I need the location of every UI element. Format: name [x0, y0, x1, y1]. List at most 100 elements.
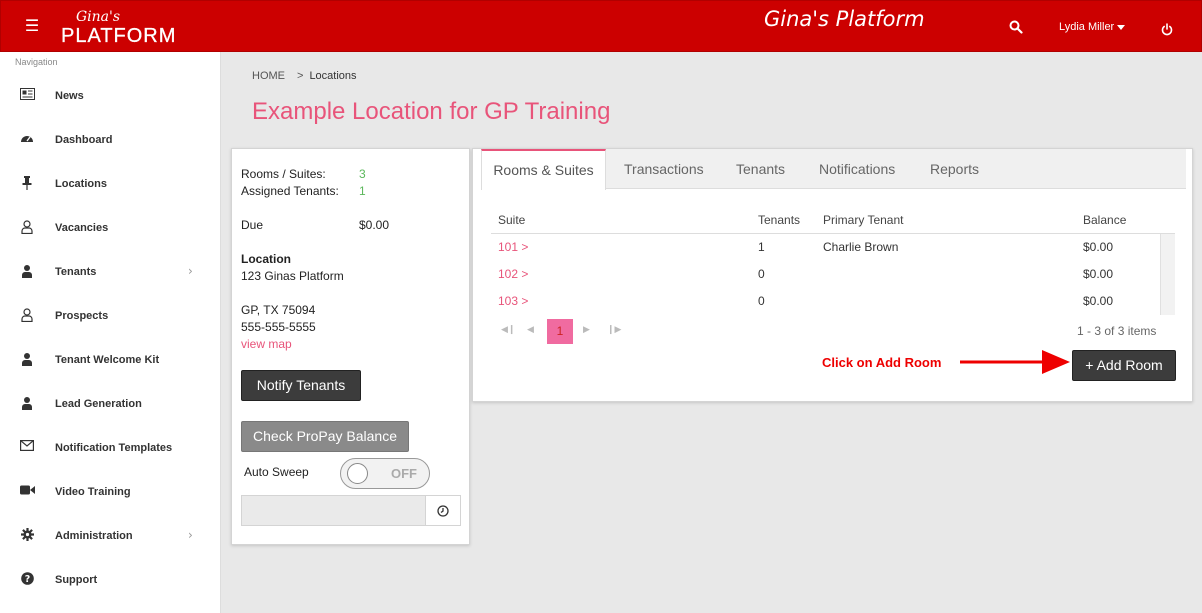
tab-bar: Rooms & Suites Transactions Tenants Noti… [481, 149, 1186, 190]
sidebar-item-label: Video Training [55, 486, 131, 498]
column-header-suite[interactable]: Suite [498, 213, 525, 227]
pin-icon [19, 176, 35, 192]
sidebar-item-label: Dashboard [55, 134, 113, 146]
user-icon [19, 396, 35, 412]
breadcrumb-home[interactable]: HOME [252, 70, 285, 82]
rooms-value: 3 [359, 167, 366, 181]
location-summary-card: Rooms / Suites: 3 Assigned Tenants: 1 Du… [231, 148, 470, 545]
sidebar-item-label: Tenants [55, 266, 97, 278]
user-name: Lydia Miller [1059, 21, 1115, 33]
sidebar-item-administration[interactable]: Administration › [0, 516, 221, 560]
gear-icon [19, 528, 35, 544]
items-info: 1 - 3 of 3 items [1077, 324, 1157, 338]
sidebar-item-prospects[interactable]: Prospects [0, 296, 221, 340]
user-outline-icon [19, 308, 35, 324]
envelope-icon [19, 440, 35, 456]
sidebar-item-label: Tenant Welcome Kit [55, 354, 160, 366]
check-propay-balance-button[interactable]: Check ProPay Balance [241, 421, 409, 452]
logo-script: Gina's [76, 9, 121, 25]
sidebar-item-label: Locations [55, 178, 107, 190]
tab-tenants[interactable]: Tenants [736, 149, 785, 189]
prev-page-icon[interactable]: ◀ [527, 325, 534, 335]
column-header-balance[interactable]: Balance [1083, 213, 1126, 227]
auto-sweep-label: Auto Sweep [244, 465, 309, 479]
next-page-icon[interactable]: ▶ [583, 325, 590, 335]
sidebar: Navigation News Dashboard Locations Vaca… [0, 52, 221, 613]
column-header-tenants[interactable]: Tenants [758, 213, 800, 227]
logo-word: PLATFORM [61, 25, 177, 47]
video-camera-icon [19, 484, 35, 500]
clock-icon[interactable] [425, 495, 461, 526]
sidebar-item-label: Support [55, 574, 98, 586]
power-icon[interactable] [1161, 21, 1179, 39]
sidebar-item-tenant-welcome-kit[interactable]: Tenant Welcome Kit [0, 340, 221, 384]
page-title: Example Location for GP Training [252, 98, 611, 125]
sidebar-item-label: Administration [55, 530, 133, 542]
add-room-button[interactable]: + Add Room [1072, 350, 1176, 381]
top-bar: ☰ Gina's PLATFORM Gina's Platform Lydia … [0, 0, 1202, 52]
tab-transactions[interactable]: Transactions [624, 149, 704, 189]
due-label: Due [241, 218, 264, 232]
tenant-count: 1 [758, 240, 765, 254]
suite-link[interactable]: 102 > [498, 267, 528, 281]
notify-tenants-button[interactable]: Notify Tenants [241, 370, 361, 401]
tenant-count: 0 [758, 267, 765, 281]
sidebar-item-locations[interactable]: Locations [0, 164, 221, 208]
nav-caption: Navigation [15, 57, 58, 67]
tab-rooms-suites[interactable]: Rooms & Suites [481, 149, 606, 190]
balance: $0.00 [1083, 267, 1114, 281]
chevron-right-icon: › [188, 528, 193, 542]
address-line1: 123 Ginas Platform [241, 269, 344, 283]
table-scrollbar[interactable] [1160, 234, 1175, 315]
location-heading: Location [241, 252, 291, 266]
sidebar-item-tenants[interactable]: Tenants › [0, 252, 221, 296]
gauge-icon [19, 132, 35, 148]
annotation-arrow-icon [960, 350, 1070, 374]
sidebar-item-label: News [55, 90, 84, 102]
sidebar-item-support[interactable]: ? Support [0, 560, 221, 604]
sidebar-item-dashboard[interactable]: Dashboard [0, 120, 221, 164]
tab-notifications[interactable]: Notifications [819, 149, 895, 189]
toggle-knob [347, 463, 368, 484]
last-page-icon[interactable]: ❙▶ [607, 325, 621, 335]
hamburger-menu-icon[interactable]: ☰ [23, 17, 41, 35]
app-title: Gina's Platform [764, 7, 925, 31]
rooms-label: Rooms / Suites: [241, 167, 326, 181]
phone-number: 555-555-5555 [241, 320, 316, 334]
user-menu[interactable]: Lydia Miller [1059, 21, 1126, 33]
suite-link[interactable]: 101 > [498, 240, 528, 254]
assigned-tenants-label: Assigned Tenants: [241, 184, 339, 198]
sidebar-item-label: Vacancies [55, 222, 109, 234]
user-icon [19, 352, 35, 368]
search-icon[interactable] [1009, 19, 1029, 39]
first-page-icon[interactable]: ◀❙ [501, 325, 515, 335]
balance: $0.00 [1083, 294, 1114, 308]
tab-reports[interactable]: Reports [930, 149, 979, 189]
newspaper-icon [19, 88, 35, 104]
table-header-divider [491, 233, 1175, 234]
user-outline-icon [19, 220, 35, 236]
toggle-state: OFF [391, 466, 417, 481]
sidebar-item-vacancies[interactable]: Vacancies [0, 208, 221, 252]
question-circle-icon: ? [19, 572, 35, 588]
breadcrumb: HOME > Locations [252, 70, 357, 82]
column-header-primary-tenant[interactable]: Primary Tenant [823, 213, 903, 227]
sidebar-item-news[interactable]: News [0, 76, 221, 120]
caret-down-icon [1117, 24, 1126, 30]
breadcrumb-separator: > [297, 70, 304, 82]
auto-sweep-toggle[interactable]: OFF [340, 458, 430, 489]
sweep-time-input[interactable] [241, 495, 425, 526]
sidebar-item-video-training[interactable]: Video Training [0, 472, 221, 516]
due-value: $0.00 [359, 218, 390, 232]
balance: $0.00 [1083, 240, 1114, 254]
view-map-link[interactable]: view map [241, 337, 292, 351]
tenant-count: 0 [758, 294, 765, 308]
logo[interactable]: Gina's PLATFORM [61, 9, 176, 49]
suite-link[interactable]: 103 > [498, 294, 528, 308]
sidebar-item-notification-templates[interactable]: Notification Templates [0, 428, 221, 472]
breadcrumb-current[interactable]: Locations [309, 70, 356, 82]
sidebar-item-label: Prospects [55, 310, 109, 322]
address-line2: GP, TX 75094 [241, 303, 316, 317]
current-page[interactable]: 1 [547, 319, 573, 344]
sidebar-item-lead-generation[interactable]: Lead Generation [0, 384, 221, 428]
